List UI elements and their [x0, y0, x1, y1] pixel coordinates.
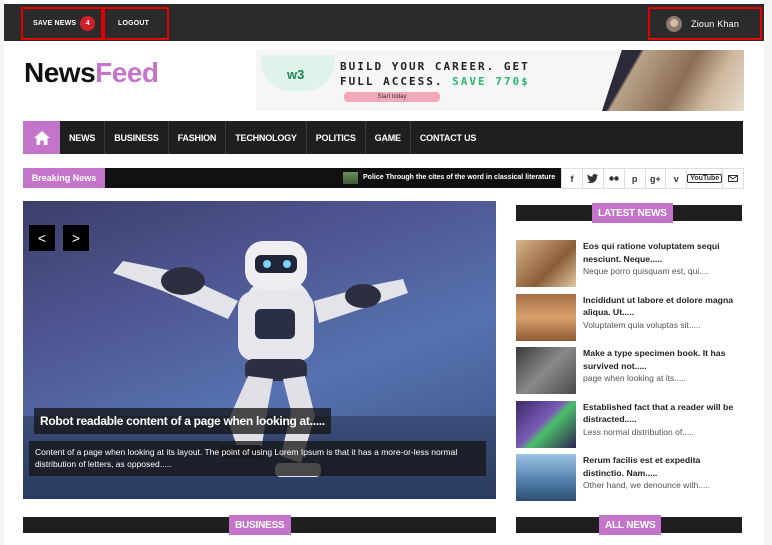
- nav-home-button[interactable]: [23, 121, 60, 154]
- breaking-news-headline[interactable]: Police Through the cites of the word in …: [363, 168, 560, 188]
- list-item-subtitle: Less normal distribution of.....: [583, 426, 695, 437]
- nav-item-politics[interactable]: POLITICS: [307, 121, 366, 154]
- ad-headline-2a: FULL ACCESS.: [340, 75, 453, 88]
- list-item[interactable]: Established fact that a reader will be d…: [516, 400, 742, 454]
- youtube-icon[interactable]: YouTube: [687, 169, 724, 188]
- list-item-title[interactable]: Eos qui ratione voluptatem sequi nesciun…: [583, 240, 742, 265]
- social-links: f p g+ v YouTube: [561, 168, 744, 189]
- all-news-section-header: ALL NEWS: [516, 515, 742, 535]
- main-nav: NEWS BUSINESS FASHION TECHNOLOGY POLITIC…: [23, 121, 743, 154]
- save-news-button[interactable]: SAVE NEWS 4: [21, 7, 103, 40]
- ad-headline-2b: SAVE 770$: [452, 75, 530, 88]
- pinterest-icon[interactable]: p: [625, 169, 646, 188]
- list-item-title[interactable]: Rerum facilis est et expedita distinctio…: [583, 454, 742, 479]
- facebook-icon[interactable]: f: [562, 169, 583, 188]
- twitter-icon[interactable]: [583, 169, 604, 188]
- logo-part-1: News: [24, 57, 96, 88]
- list-item-thumbnail: [516, 454, 576, 501]
- ad-headline-1: BUILD YOUR CAREER. GET: [340, 60, 530, 73]
- list-item-title[interactable]: Incididunt ut labore et dolore magna ali…: [583, 294, 742, 319]
- nav-item-business[interactable]: BUSINESS: [105, 121, 169, 154]
- ad-brand: w3: [287, 67, 305, 82]
- list-item[interactable]: Eos qui ratione voluptatem sequi nesciun…: [516, 240, 742, 293]
- list-item-thumbnail: [516, 400, 576, 448]
- top-bar: SAVE NEWS 4 LOGOUT Zioun Khan: [4, 4, 764, 41]
- logo-part-2: Feed: [95, 57, 159, 88]
- slider-next-button[interactable]: >: [63, 225, 89, 251]
- nav-item-news[interactable]: NEWS: [60, 121, 106, 154]
- logout-button[interactable]: LOGOUT: [103, 7, 169, 40]
- latest-news-list: Eos qui ratione voluptatem sequi nesciun…: [516, 240, 742, 508]
- site-logo[interactable]: NewsFeed: [24, 57, 159, 89]
- breaking-news-ticker: Breaking News Police Through the cites o…: [23, 168, 563, 188]
- list-item-subtitle: page when looking at its.....: [583, 373, 687, 383]
- list-item[interactable]: Make a type specimen book. It has surviv…: [516, 347, 742, 400]
- list-item-thumbnail: [516, 347, 576, 394]
- user-menu[interactable]: Zioun Khan: [648, 7, 762, 40]
- nav-item-technology[interactable]: TECHNOLOGY: [226, 121, 307, 154]
- breaking-news-label: Breaking News: [23, 168, 105, 188]
- list-item-title[interactable]: Established fact that a reader will be d…: [583, 401, 742, 426]
- nav-item-fashion[interactable]: FASHION: [169, 121, 227, 154]
- breaking-news-thumbnail: [343, 172, 358, 184]
- save-news-count-badge: 4: [80, 16, 96, 31]
- list-item-subtitle: Neque porro quisquam est, qui....: [583, 266, 709, 276]
- ad-headline-2: FULL ACCESS. SAVE 770$: [340, 75, 530, 88]
- user-name: Zioun Khan: [691, 18, 740, 29]
- slider-caption-title[interactable]: Robot readable content of a page when lo…: [34, 408, 331, 434]
- nav-item-game[interactable]: GAME: [366, 121, 411, 154]
- ad-cta-button[interactable]: Start today: [344, 92, 440, 102]
- slider-caption-description: Content of a page when looking at its la…: [29, 441, 486, 476]
- business-section-label[interactable]: BUSINESS: [229, 515, 291, 535]
- avatar: [666, 15, 682, 32]
- site-container: SAVE NEWS 4 LOGOUT Zioun Khan NewsFeed w…: [4, 0, 764, 545]
- list-item-text: Rerum facilis est et expedita distinctio…: [583, 454, 742, 507]
- home-icon: [33, 130, 50, 145]
- list-item-title[interactable]: Make a type specimen book. It has surviv…: [583, 347, 742, 372]
- google-plus-icon[interactable]: g+: [646, 169, 667, 188]
- list-item-text: Incididunt ut labore et dolore magna ali…: [583, 294, 742, 347]
- business-section-header: BUSINESS: [23, 515, 496, 535]
- featured-slider[interactable]: < > Robot readable content of a page whe…: [23, 201, 496, 499]
- page: SAVE NEWS 4 LOGOUT Zioun Khan NewsFeed w…: [0, 0, 772, 545]
- slider-prev-button[interactable]: <: [29, 225, 55, 251]
- ad-banner[interactable]: w3 BUILD YOUR CAREER. GET FULL ACCESS. S…: [256, 50, 744, 111]
- all-news-section-label[interactable]: ALL NEWS: [599, 515, 662, 535]
- list-item[interactable]: Rerum facilis est et expedita distinctio…: [516, 454, 742, 507]
- list-item-subtitle: Voluptatem quia voluptas sit.....: [583, 319, 701, 330]
- latest-news-label: LATEST NEWS: [592, 203, 673, 223]
- list-item-text: Established fact that a reader will be d…: [583, 401, 742, 454]
- list-item-text: Make a type specimen book. It has surviv…: [583, 347, 742, 400]
- flickr-icon[interactable]: [604, 169, 625, 188]
- list-item-text: Eos qui ratione voluptatem sequi nesciun…: [583, 240, 742, 293]
- latest-news-header: LATEST NEWS: [516, 203, 742, 223]
- vimeo-icon[interactable]: v: [666, 169, 688, 188]
- list-item-subtitle: Other hand, we denounce with.....: [583, 480, 711, 490]
- nav-item-contact-us[interactable]: CONTACT US: [411, 121, 485, 154]
- list-item-thumbnail: [516, 240, 576, 287]
- list-item-thumbnail: [516, 293, 576, 341]
- ad-brand-logo: w3: [261, 55, 335, 91]
- save-news-label: SAVE NEWS: [33, 20, 77, 27]
- youtube-label: YouTube: [687, 174, 723, 183]
- ad-photo: [602, 50, 744, 111]
- mail-icon[interactable]: [723, 169, 743, 188]
- list-item[interactable]: Incididunt ut labore et dolore magna ali…: [516, 293, 742, 347]
